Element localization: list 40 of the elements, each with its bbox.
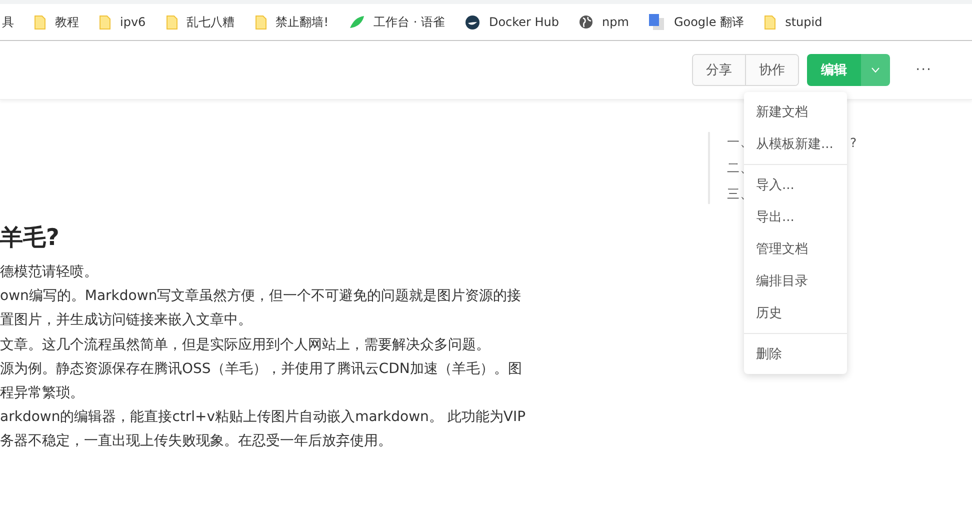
- menu-item[interactable]: 编排目录: [744, 265, 847, 297]
- article-text: 务器不稳定，一直出现上传失败现象。在忍受一年后放弃使用。: [0, 432, 393, 452]
- folder-icon: [99, 14, 111, 30]
- folder-icon: [254, 14, 267, 30]
- dropdown-button[interactable]: [861, 54, 890, 86]
- folder-icon: [764, 14, 776, 30]
- bookmark-link[interactable]: Google 翻译: [674, 14, 744, 30]
- menu-item[interactable]: 导入...: [744, 169, 847, 201]
- bookmark-link[interactable]: 教程: [55, 14, 79, 30]
- bookmark-link[interactable]: ipv6: [120, 15, 146, 29]
- menu-item[interactable]: 导出...: [744, 201, 847, 233]
- folder-icon: [166, 14, 178, 30]
- toc-item[interactable]: ?: [850, 135, 857, 150]
- bookmark-link[interactable]: 工作台 · 语雀: [374, 14, 445, 30]
- bookmark-link[interactable]: stupid: [785, 15, 822, 29]
- article-text: own编写的。Markdown写文章虽然方便，但一个不可避免的问题就是图片资源的接: [0, 287, 522, 306]
- bookmark-link[interactable]: 乱七八糟: [186, 14, 235, 30]
- menu-item[interactable]: 删除: [744, 338, 847, 370]
- article-text: 置图片，并生成访问链接来嵌入文章中。: [0, 311, 253, 330]
- article-text: 程异常繁琐。: [0, 384, 85, 404]
- menu-item[interactable]: 新建文档: [744, 96, 847, 128]
- collaborate-button[interactable]: 协作: [745, 55, 798, 85]
- more-button[interactable]: ···: [916, 55, 932, 85]
- article-text: 德模范请轻喷。: [0, 263, 99, 282]
- article-text: 文章。这几个流程虽然简单，但是实际应用到个人网站上，需要解决众多问题。: [0, 336, 491, 355]
- article-text: 源为例。静态资源保存在腾讯OSS（羊毛），并使用了腾讯云CDN加速（羊毛）。图: [0, 360, 523, 379]
- share-button[interactable]: 分享: [693, 55, 745, 85]
- caret-icon: [871, 67, 880, 73]
- folder-icon: [34, 14, 46, 30]
- menu-item[interactable]: 管理文档: [744, 233, 847, 265]
- menu-item[interactable]: 从模板新建...: [744, 128, 847, 160]
- bookmark-link[interactable]: Docker Hub: [488, 15, 560, 29]
- menu-item[interactable]: 历史: [744, 297, 847, 329]
- bookmark-link[interactable]: 禁止翻墙!: [276, 14, 328, 30]
- article-heading: 羊毛?: [0, 224, 60, 253]
- article-text: arkdown的编辑器，能直接ctrl+v粘贴上传图片自动嵌入markdown。 此功能为VIP: [0, 408, 527, 428]
- translate-icon: [648, 14, 665, 30]
- bookmark-link[interactable]: npm: [602, 15, 629, 29]
- globe-icon: [579, 15, 594, 29]
- bookmark-link[interactable]: 具: [2, 14, 14, 30]
